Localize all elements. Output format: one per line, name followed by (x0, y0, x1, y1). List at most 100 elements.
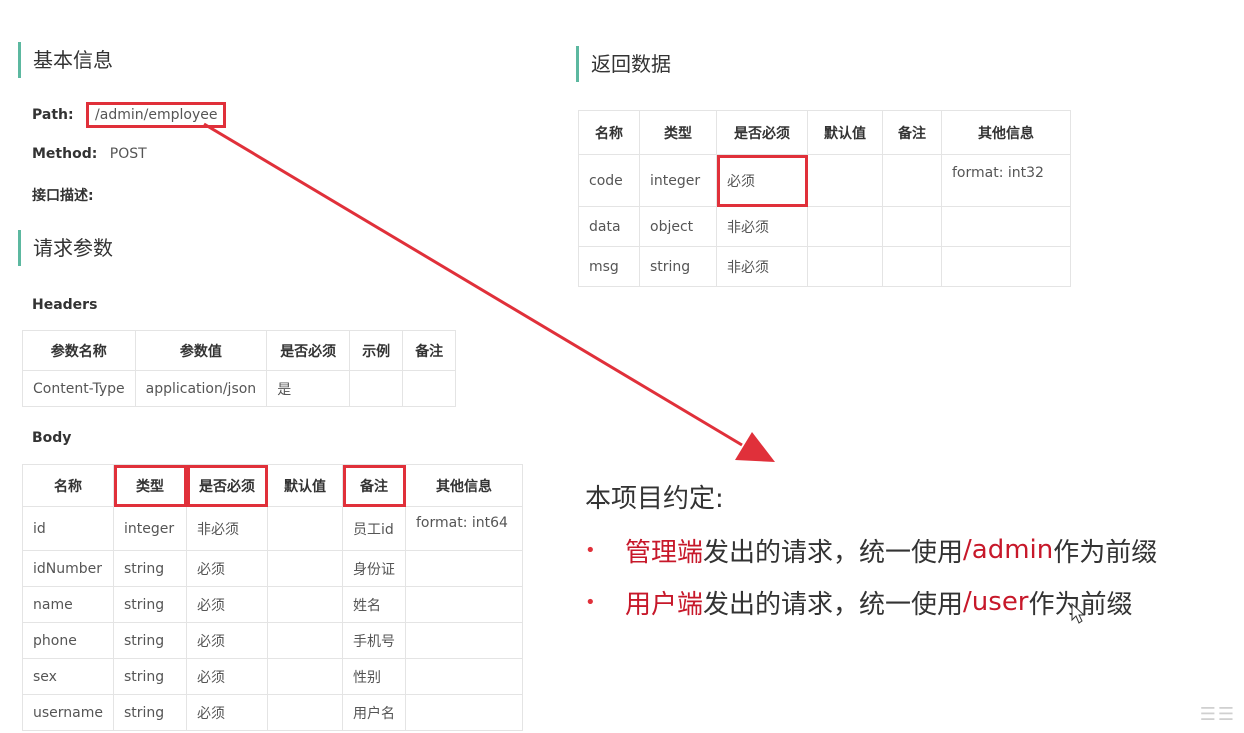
highlight-term: 管理端 (625, 537, 704, 568)
table-cell (267, 586, 343, 623)
table-cell: 必须 (716, 154, 808, 207)
col-type: 类型 (639, 110, 717, 155)
watermark-icon: ☰☰ (1199, 704, 1236, 725)
headers-table: 参数名称 参数值 是否必须 示例 备注 Content-Type applica… (22, 330, 457, 407)
item-text: 发出的请求，统一使用 (703, 537, 964, 568)
return-table: 名称 类型 是否必须 默认值 备注 其他信息 code integer 必须 f… (578, 110, 1071, 287)
convention-list: • 管理端 发出的请求，统一使用 /admin 作为前缀 • 用户端 发出的请求，统… (585, 524, 1157, 628)
bullet-icon: • (585, 591, 596, 613)
table-cell: string (639, 246, 717, 287)
method-label: Method: (32, 146, 98, 162)
table-cell: 姓名 (342, 586, 406, 623)
table-cell: sex (22, 658, 114, 695)
table-row: username string 必须 用户名 (22, 694, 523, 731)
table-cell: string (113, 550, 187, 587)
table-cell (267, 658, 343, 695)
table-cell (405, 658, 523, 695)
table-cell: data (578, 206, 640, 247)
table-cell (882, 246, 942, 287)
table-cell: Content-Type (22, 370, 136, 407)
body-table: 名称 类型 是否必须 默认值 备注 其他信息 id integer 非必须 员工… (22, 464, 523, 731)
col-remark: 备注 (882, 110, 942, 155)
table-row: idNumber string 必须 身份证 (22, 550, 523, 587)
headers-label: Headers (32, 297, 98, 313)
table-cell: 必须 (186, 586, 268, 623)
col-other: 其他信息 (405, 464, 523, 507)
table-cell (882, 154, 942, 207)
path-label: Path: (32, 107, 74, 123)
table-cell: object (639, 206, 717, 247)
col-default: 默认值 (807, 110, 883, 155)
path-value: /admin/employee (86, 102, 227, 128)
table-row: phone string 必须 手机号 (22, 622, 523, 659)
desc-row: 接口描述: (32, 185, 102, 205)
table-cell (882, 206, 942, 247)
col-example: 示例 (349, 330, 404, 371)
table-cell: id (22, 506, 114, 551)
basic-info-title: 基本信息 (18, 42, 113, 78)
table-cell: integer (113, 506, 187, 551)
col-other: 其他信息 (941, 110, 1071, 155)
table-cell: 手机号 (342, 622, 406, 659)
table-cell: name (22, 586, 114, 623)
table-cell: format: int32 (941, 154, 1071, 207)
table-row: Content-Type application/json 是 (22, 370, 457, 407)
table-cell: 性别 (342, 658, 406, 695)
table-cell (941, 206, 1071, 247)
table-cell: 是 (266, 370, 351, 407)
col-param-value: 参数值 (134, 330, 268, 371)
table-cell (405, 586, 523, 623)
table-cell (807, 206, 883, 247)
table-cell (267, 550, 343, 587)
table-cell (402, 370, 457, 407)
table-cell: format: int64 (405, 506, 523, 551)
table-row: msg string 非必须 (578, 246, 1071, 287)
col-type: 类型 (113, 464, 187, 507)
col-required: 是否必须 (186, 464, 268, 507)
col-name: 名称 (578, 110, 640, 155)
col-default: 默认值 (267, 464, 343, 507)
table-row: code integer 必须 format: int32 (578, 154, 1071, 207)
return-table-header: 名称 类型 是否必须 默认值 备注 其他信息 (578, 110, 1071, 155)
table-cell: 必须 (186, 550, 268, 587)
arrow-head-icon (735, 432, 775, 462)
table-cell: 非必须 (716, 206, 808, 247)
table-cell: string (113, 586, 187, 623)
table-cell (405, 550, 523, 587)
highlight-term: 用户端 (625, 589, 704, 620)
method-row: Method: POST (32, 146, 147, 162)
table-cell: username (22, 694, 114, 731)
table-cell (405, 622, 523, 659)
table-cell (941, 246, 1071, 287)
col-remark: 备注 (402, 330, 457, 371)
table-cell: idNumber (22, 550, 114, 587)
path-row: Path: /admin/employee (32, 102, 227, 128)
table-cell: 非必须 (716, 246, 808, 287)
item-text: 发出的请求，统一使用 (703, 589, 964, 620)
table-cell: string (113, 658, 187, 695)
list-item: • 用户端 发出的请求，统一使用 /user 作为前缀 (585, 576, 1157, 628)
table-cell (349, 370, 404, 407)
table-cell (405, 694, 523, 731)
col-required: 是否必须 (716, 110, 808, 155)
col-required: 是否必须 (266, 330, 351, 371)
table-cell: 必须 (186, 622, 268, 659)
table-row: data object 非必须 (578, 206, 1071, 247)
bullet-icon: • (585, 539, 596, 561)
table-cell: 员工id (342, 506, 406, 551)
body-table-header: 名称 类型 是否必须 默认值 备注 其他信息 (22, 464, 523, 507)
convention-title: 本项目约定: (585, 484, 724, 514)
table-cell: code (578, 154, 640, 207)
table-cell: phone (22, 622, 114, 659)
item-path: /admin (963, 535, 1054, 565)
table-row: name string 必须 姓名 (22, 586, 523, 623)
table-cell: string (113, 622, 187, 659)
table-cell (267, 622, 343, 659)
table-cell: 非必须 (186, 506, 268, 551)
table-cell: msg (578, 246, 640, 287)
table-cell: 必须 (186, 694, 268, 731)
item-path: /user (963, 587, 1029, 617)
body-label: Body (32, 430, 72, 446)
desc-label: 接口描述: (32, 188, 94, 204)
col-remark: 备注 (342, 464, 406, 507)
